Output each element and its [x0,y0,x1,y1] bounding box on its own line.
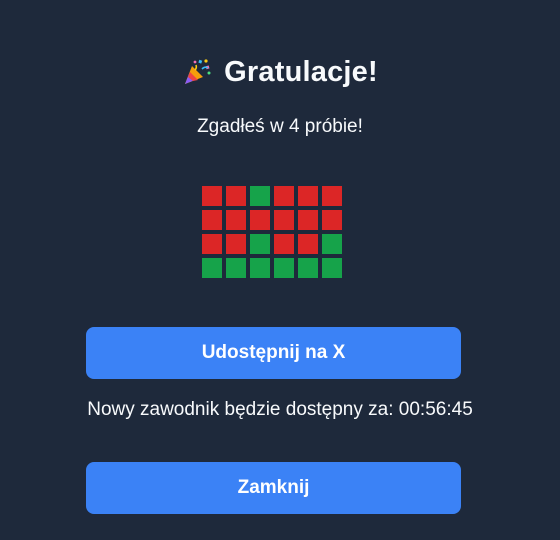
next-player-countdown: Nowy zawodnik będzie dostępny za: 00:56:… [0,399,560,421]
grid-cell-red [274,234,294,254]
grid-cell-red [250,210,270,230]
next-player-text: Nowy zawodnik będzie dostępny za: [87,399,394,420]
grid-cell-red [202,234,222,254]
grid-cell-red [322,186,342,206]
grid-cell-green [202,258,222,278]
countdown-timer: 00:56:45 [398,399,473,420]
grid-cell-green [298,258,318,278]
guess-grid [202,186,342,278]
modal-title: Gratulacje! [224,55,378,88]
grid-cell-red [202,210,222,230]
grid-cell-red [298,186,318,206]
grid-cell-red [226,210,246,230]
grid-cell-red [226,234,246,254]
grid-cell-green [250,234,270,254]
grid-cell-green [322,258,342,278]
grid-cell-red [226,186,246,206]
grid-cell-green [322,234,342,254]
grid-cell-green [274,258,294,278]
title-row: Gratulacje! [0,50,560,94]
grid-cell-red [298,210,318,230]
grid-cell-red [274,210,294,230]
grid-cell-red [322,210,342,230]
grid-cell-red [298,234,318,254]
result-modal: Gratulacje! Zgadłeś w 4 próbie! Udostępn… [0,0,560,540]
share-on-x-button[interactable]: Udostępnij na X [86,327,461,379]
close-button[interactable]: Zamknij [86,462,461,514]
party-popper-icon [182,57,212,87]
grid-cell-green [226,258,246,278]
grid-cell-red [202,186,222,206]
grid-cell-green [250,186,270,206]
result-subtitle: Zgadłeś w 4 próbie! [197,116,363,137]
grid-cell-red [274,186,294,206]
grid-cell-green [250,258,270,278]
